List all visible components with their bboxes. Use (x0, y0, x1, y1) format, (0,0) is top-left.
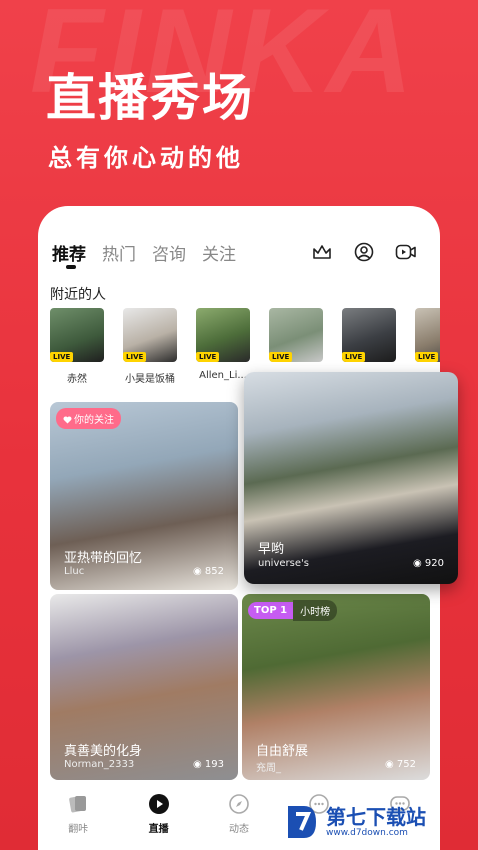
tab-indicator (66, 265, 76, 269)
avatar: LIVE (342, 308, 396, 362)
card-user: Norman_2333 (64, 759, 135, 770)
avatar: LIVE (50, 308, 104, 362)
card-title: 真善美的化身 (64, 744, 143, 759)
avatar: LIVE (123, 308, 177, 362)
tab-consult[interactable]: 咨询 (152, 240, 186, 265)
top-icons (310, 240, 418, 264)
watermark-text: 第七下载站 (326, 804, 426, 829)
nearby-person[interactable]: LIVE 赤然 (50, 308, 104, 385)
avatar: LIVE (196, 308, 250, 362)
live-badge: LIVE (342, 352, 366, 362)
crown-icon[interactable] (310, 240, 334, 264)
tab-hot[interactable]: 热门 (102, 240, 136, 265)
live-camera-icon[interactable] (394, 240, 418, 264)
card-title: 亚热带的回忆 (64, 551, 143, 566)
tab-follow[interactable]: 关注 (202, 240, 236, 265)
live-card[interactable]: 你的关注 亚热带的回忆 Lluc ◉ 852 (50, 402, 238, 590)
play-icon (147, 792, 171, 816)
tab-bar: 推荐 热门 咨询 关注 (52, 240, 236, 265)
card-title: 早哟 (258, 542, 285, 557)
card-user: Lluc (64, 566, 85, 577)
view-count: ◉ 852 (193, 566, 224, 577)
card-user: universe's (258, 558, 309, 569)
hero-subtitle: 总有你心动的他 (48, 144, 244, 172)
view-count: ◉ 752 (385, 759, 416, 770)
nearby-person[interactable]: LIVE Allen_Li... (196, 308, 250, 385)
watermark-url: www.d7down.com (326, 827, 408, 838)
profile-circle-icon[interactable] (352, 240, 376, 264)
card-user: 充周_ (256, 763, 281, 774)
live-card[interactable]: TOP 1 小时榜 自由舒展 充周_ ◉ 752 (242, 594, 430, 780)
live-badge: LIVE (196, 352, 220, 362)
view-count: ◉ 193 (193, 759, 224, 770)
nav-live[interactable]: 直播 (134, 792, 184, 850)
d7-logo-icon (288, 806, 316, 838)
nearby-name: 小昊是饭桶 (125, 374, 175, 385)
hero-title: 直播秀场 (46, 69, 254, 127)
nav-moments[interactable]: 动态 (214, 792, 264, 850)
following-badge: 你的关注 (56, 408, 121, 429)
nav-fanka[interactable]: 翻咔 (53, 792, 103, 850)
nearby-label: 附近的人 (50, 287, 106, 303)
live-badge: LIVE (50, 352, 74, 362)
nearby-person[interactable]: LIVE 小昊是饭桶 (123, 308, 177, 385)
featured-live-card[interactable]: 早哟 universe's ◉ 920 (244, 372, 458, 584)
nearby-name: Allen_Li... (199, 370, 247, 381)
live-badge: LIVE (269, 352, 293, 362)
tab-recommend[interactable]: 推荐 (52, 240, 86, 265)
live-badge: LIVE (415, 352, 439, 362)
heart-icon (63, 416, 72, 424)
site-watermark: 第七下载站 www.d7down.com (284, 802, 426, 842)
live-card[interactable]: 真善美的化身 Norman_2333 ◉ 193 (50, 594, 238, 780)
avatar: LIVE (415, 308, 440, 362)
top-rank-badge: TOP 1 小时榜 (248, 600, 338, 621)
compass-icon (227, 792, 251, 816)
avatar: LIVE (269, 308, 323, 362)
nearby-name: 赤然 (67, 374, 87, 385)
view-count: ◉ 920 (413, 558, 444, 569)
cards-icon (66, 792, 90, 816)
card-title: 自由舒展 (256, 744, 309, 759)
live-badge: LIVE (123, 352, 147, 362)
